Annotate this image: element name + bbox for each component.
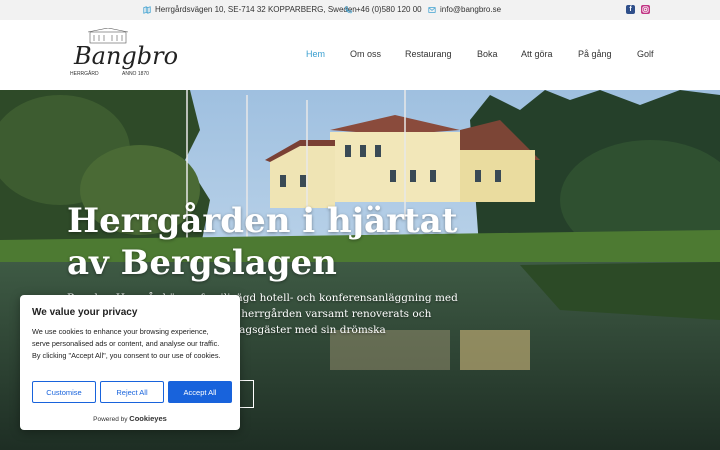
logo-sub-left: HERRGÅRD	[70, 70, 99, 77]
nav-item-golf[interactable]: Golf	[637, 49, 654, 59]
email-item[interactable]: info@bangbro.se	[428, 5, 501, 14]
address-text: Herrgårdsvägen 10, SE-714 32 KOPPARBERG,…	[155, 5, 357, 14]
cookie-title: We value your privacy	[32, 307, 138, 318]
powered-by[interactable]: Powered by Cookieyes	[20, 414, 240, 423]
facebook-icon[interactable]: f	[626, 5, 635, 14]
nav-item-hem[interactable]: Hem	[306, 49, 325, 59]
top-info-bar: Herrgårdsvägen 10, SE-714 32 KOPPARBERG,…	[0, 0, 720, 20]
address-item: Herrgårdsvägen 10, SE-714 32 KOPPARBERG,…	[143, 5, 357, 14]
phone-text[interactable]: +46 (0)580 120 00	[356, 5, 422, 14]
powered-by-prefix: Powered by	[93, 416, 128, 423]
nav-item-boka[interactable]: Boka	[477, 49, 498, 59]
nav-item-restaurang[interactable]: Restaurang	[405, 49, 452, 59]
email-text[interactable]: info@bangbro.se	[440, 5, 501, 14]
map-icon	[143, 5, 151, 14]
cookie-body: We use cookies to enhance your browsing …	[32, 327, 221, 360]
reject-all-button[interactable]: Reject All	[100, 381, 164, 403]
site-logo[interactable]: Bangbro HERRGÅRD ANNO 1870	[66, 28, 178, 80]
cookie-buttons: Customise Reject All Accept All	[32, 381, 232, 403]
cookieyes-logo: Cookieyes	[129, 414, 167, 423]
hero-title: Herrgården i hjärtat av Bergslagen	[67, 201, 458, 283]
nav-item-att-gora[interactable]: Att göra	[521, 49, 553, 59]
nav-item-pa-gang[interactable]: På gång	[578, 49, 612, 59]
customise-button[interactable]: Customise	[32, 381, 96, 403]
cookie-consent-dialog: We value your privacy We use cookies to …	[20, 295, 240, 430]
instagram-icon[interactable]	[641, 5, 650, 14]
accept-all-button[interactable]: Accept All	[168, 381, 232, 403]
logo-wordmark: Bangbro	[73, 42, 178, 70]
phone-icon	[344, 5, 352, 13]
logo-sub-right: ANNO 1870	[122, 71, 149, 77]
phone-item[interactable]: +46 (0)580 120 00	[344, 5, 422, 14]
site-header: Bangbro HERRGÅRD ANNO 1870 Hem Om oss Re…	[0, 20, 720, 90]
nav-item-om-oss[interactable]: Om oss	[350, 49, 381, 59]
mail-icon	[428, 6, 436, 13]
